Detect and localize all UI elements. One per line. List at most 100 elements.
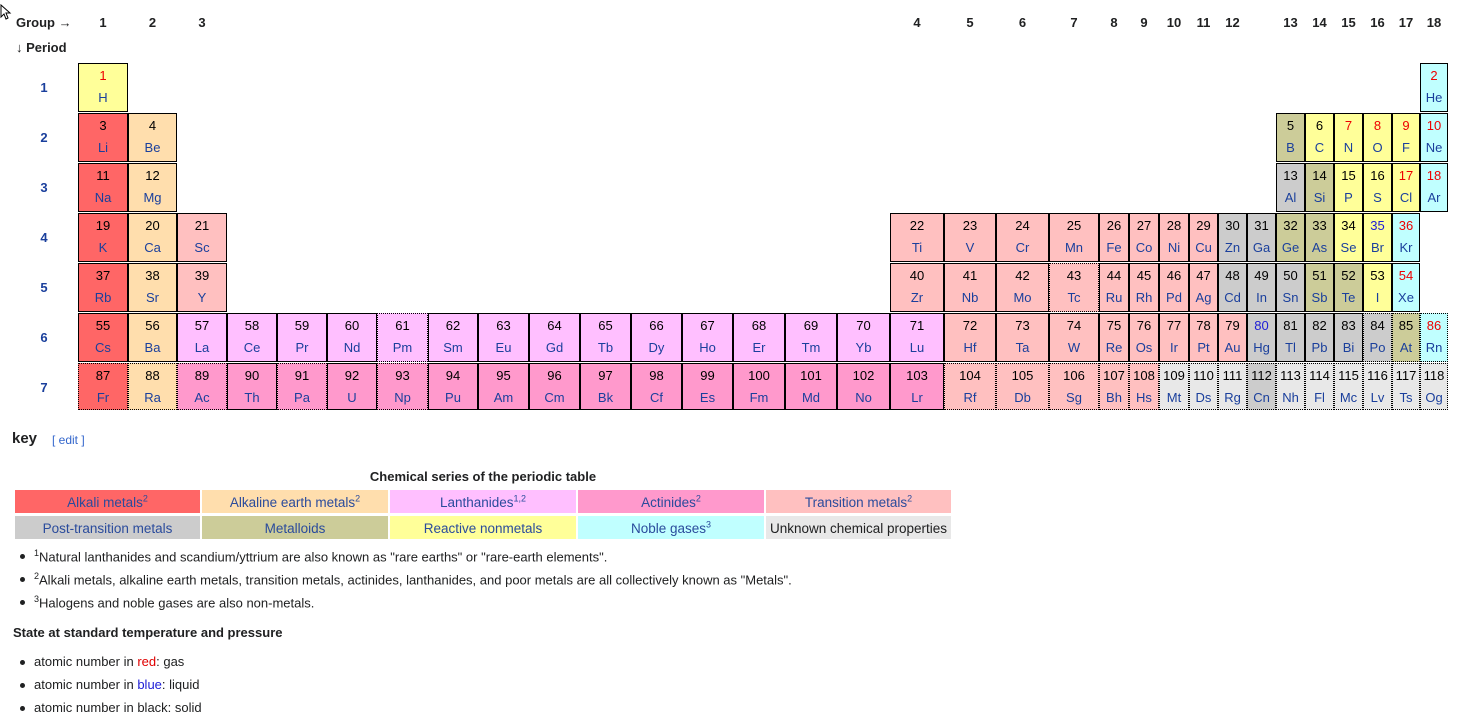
element-rg[interactable]: 111 Rg (1218, 363, 1247, 410)
element-ds[interactable]: 110 Ds (1189, 363, 1218, 410)
element-b[interactable]: 5B (1276, 113, 1305, 162)
element-be[interactable]: 4 Be (128, 113, 177, 162)
element-symbol[interactable]: Fl (1306, 391, 1333, 405)
element-symbol[interactable]: Md (786, 391, 836, 405)
element-symbol[interactable]: Au (1219, 341, 1246, 355)
element-symbol[interactable]: Mg (129, 191, 176, 205)
element-hf[interactable]: 72 Hf (944, 313, 996, 362)
element-hs[interactable]: 108 Hs (1129, 363, 1159, 410)
element-symbol[interactable]: Cs (79, 341, 127, 355)
key-item-reactive-nonmetals[interactable]: Reactive nonmetals (389, 515, 577, 540)
element-ir[interactable]: 77 Ir (1159, 313, 1189, 362)
element-symbol[interactable]: Na (79, 191, 127, 205)
element-symbol[interactable]: K (79, 241, 127, 255)
element-symbol[interactable]: Th (228, 391, 276, 405)
element-pr[interactable]: 59 Pr (277, 313, 327, 362)
element-eu[interactable]: 63 Eu (478, 313, 529, 362)
element-symbol[interactable]: No (838, 391, 889, 405)
element-nb[interactable]: 41 Nb (944, 263, 996, 312)
element-sn[interactable]: 50 Sn (1276, 263, 1305, 312)
element-symbol[interactable]: Ag (1190, 291, 1217, 305)
element-ge[interactable]: 32 Ge (1276, 213, 1305, 262)
element-tc[interactable]: 43 Tc (1049, 263, 1099, 312)
element-tl[interactable]: 81 Tl (1276, 313, 1305, 362)
element-symbol[interactable]: Co (1130, 241, 1158, 255)
element-dy[interactable]: 66 Dy (631, 313, 682, 362)
element-symbol[interactable]: Ne (1421, 141, 1447, 155)
element-md[interactable]: 101 Md (785, 363, 837, 410)
element-no[interactable]: 102 No (837, 363, 890, 410)
element-zr[interactable]: 40 Zr (890, 263, 944, 312)
element-symbol[interactable]: La (178, 341, 226, 355)
element-symbol[interactable]: Nb (945, 291, 995, 305)
element-symbol[interactable]: Pm (378, 341, 427, 355)
element-symbol[interactable]: Rb (79, 291, 127, 305)
element-c[interactable]: 6C (1305, 113, 1334, 162)
element-in[interactable]: 49 In (1247, 263, 1276, 312)
element-symbol[interactable]: As (1306, 241, 1333, 255)
element-pa[interactable]: 91 Pa (277, 363, 327, 410)
element-symbol[interactable]: Fm (734, 391, 784, 405)
element-og[interactable]: 118 Og (1420, 363, 1448, 410)
element-as[interactable]: 33 As (1305, 213, 1334, 262)
element-at[interactable]: 85 At (1392, 313, 1420, 362)
element-symbol[interactable]: Dy (632, 341, 681, 355)
element-symbol[interactable]: Ge (1277, 241, 1304, 255)
element-symbol[interactable]: Be (129, 141, 176, 155)
element-symbol[interactable]: Rh (1130, 291, 1158, 305)
element-n[interactable]: 7N (1334, 113, 1363, 162)
element-symbol[interactable]: Li (79, 141, 127, 155)
element-k[interactable]: 19 K (78, 213, 128, 262)
element-lu[interactable]: 71 Lu (890, 313, 944, 362)
key-edit-link[interactable]: [ edit ] (52, 433, 85, 447)
element-symbol[interactable]: Te (1335, 291, 1362, 305)
element-rn[interactable]: 86 Rn (1420, 313, 1448, 362)
element-symbol[interactable]: Kr (1393, 241, 1419, 255)
element-symbol[interactable]: Lr (891, 391, 943, 405)
element-symbol[interactable]: N (1335, 141, 1362, 155)
element-na[interactable]: 11 Na (78, 163, 128, 212)
element-symbol[interactable]: Cn (1248, 391, 1275, 405)
element-symbol[interactable]: Eu (479, 341, 528, 355)
element-ba[interactable]: 56 Ba (128, 313, 177, 362)
element-symbol[interactable]: Ho (683, 341, 732, 355)
element-symbol[interactable]: Bh (1100, 391, 1128, 405)
element-symbol[interactable]: U (328, 391, 376, 405)
element-symbol[interactable]: Nh (1277, 391, 1304, 405)
key-item-unknown-chemical-properties[interactable]: Unknown chemical properties (765, 515, 952, 540)
element-symbol[interactable]: Ru (1100, 291, 1128, 305)
key-item-alkaline-earth-metals[interactable]: Alkaline earth metals2 (201, 489, 389, 514)
element-es[interactable]: 99 Es (682, 363, 733, 410)
element-symbol[interactable]: Mo (997, 291, 1048, 305)
element-hg[interactable]: 80 Hg (1247, 313, 1276, 362)
element-v[interactable]: 23 V (944, 213, 996, 262)
element-np[interactable]: 93 Np (377, 363, 428, 410)
element-symbol[interactable]: S (1364, 191, 1391, 205)
element-symbol[interactable]: Sr (129, 291, 176, 305)
element-zn[interactable]: 30 Zn (1218, 213, 1247, 262)
element-pm[interactable]: 61 Pm (377, 313, 428, 362)
element-symbol[interactable]: Hg (1248, 341, 1275, 355)
element-ho[interactable]: 67 Ho (682, 313, 733, 362)
element-ra[interactable]: 88 Ra (128, 363, 177, 410)
element-db[interactable]: 105 Db (996, 363, 1049, 410)
element-symbol[interactable]: Lv (1364, 391, 1391, 405)
element-symbol[interactable]: Sg (1050, 391, 1098, 405)
element-symbol[interactable]: Fr (79, 391, 127, 405)
element-symbol[interactable]: Cf (632, 391, 681, 405)
element-symbol[interactable]: V (945, 241, 995, 255)
element-symbol[interactable]: Re (1100, 341, 1128, 355)
element-au[interactable]: 79 Au (1218, 313, 1247, 362)
element-symbol[interactable]: Ni (1160, 241, 1188, 255)
element-symbol[interactable]: Fe (1100, 241, 1128, 255)
element-symbol[interactable]: Br (1364, 241, 1391, 255)
key-item-alkali-metals[interactable]: Alkali metals2 (14, 489, 201, 514)
element-symbol[interactable]: Os (1130, 341, 1158, 355)
element-symbol[interactable]: Pd (1160, 291, 1188, 305)
element-la[interactable]: 57 La (177, 313, 227, 362)
element-cd[interactable]: 48 Cd (1218, 263, 1247, 312)
key-item-transition-metals[interactable]: Transition metals2 (765, 489, 952, 514)
element-ac[interactable]: 89 Ac (177, 363, 227, 410)
element-symbol[interactable]: Pb (1306, 341, 1333, 355)
element-symbol[interactable]: Zr (891, 291, 943, 305)
